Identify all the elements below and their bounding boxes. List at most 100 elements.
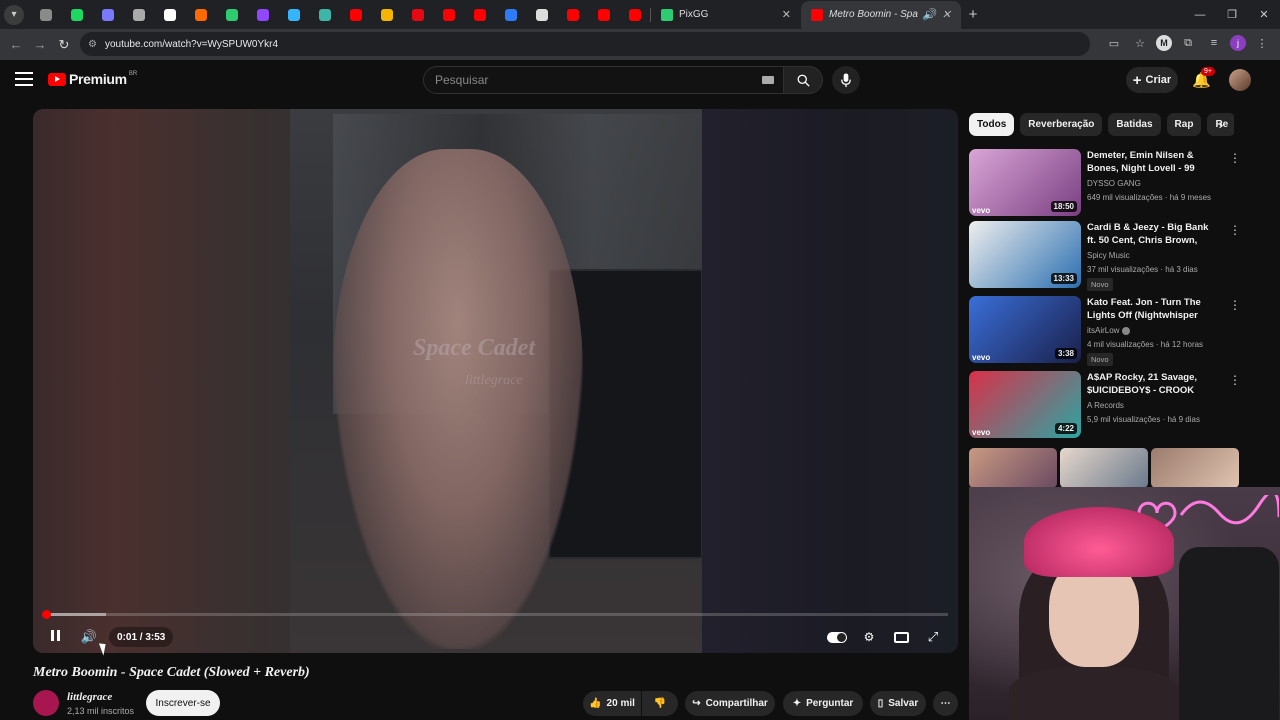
recommendation-item[interactable]: vevo 3:38 Kato Feat. Jon - Turn The Lights…: [969, 296, 1241, 366]
keyboard-icon[interactable]: [762, 76, 774, 84]
webcam-chair: [1179, 547, 1279, 720]
menu-icon[interactable]: [15, 72, 33, 90]
audio-icon[interactable]: 🔊: [922, 8, 936, 21]
close-window-icon[interactable]: ✕: [1248, 0, 1280, 29]
video-thumbnail[interactable]: 13:33: [969, 221, 1081, 288]
pinned-tab[interactable]: [309, 1, 340, 29]
chip[interactable]: Rap: [1166, 113, 1202, 136]
pinned-tab[interactable]: [216, 1, 247, 29]
recommendation-channel[interactable]: itsAirLow: [1087, 326, 1131, 335]
pinned-tab[interactable]: [154, 1, 185, 29]
chip[interactable]: Todos: [969, 113, 1015, 136]
thumbnail-partial[interactable]: [969, 448, 1057, 488]
pinned-tab[interactable]: [371, 1, 402, 29]
pinned-tab[interactable]: [495, 1, 526, 29]
pinned-tab[interactable]: [557, 1, 588, 29]
back-icon[interactable]: ←: [4, 37, 28, 52]
bookmark-star-icon[interactable]: ☆: [1130, 33, 1150, 53]
pinned-tab[interactable]: [619, 1, 650, 29]
search-button[interactable]: [783, 66, 823, 94]
pinned-tab[interactable]: [185, 1, 216, 29]
recommendation-item[interactable]: 13:33 Cardi B & Jeezy - Big Bank ft. 50 C…: [969, 221, 1241, 291]
close-icon[interactable]: ✕: [942, 8, 951, 21]
channel-avatar[interactable]: [33, 690, 59, 716]
tab-active-youtube[interactable]: Metro Boomin - Space Cadet 🔊 ✕: [801, 0, 961, 29]
chevron-right-icon[interactable]: ›: [1212, 115, 1230, 133]
voice-search-button[interactable]: [832, 66, 860, 94]
more-actions-button[interactable]: ⋯: [933, 691, 958, 716]
recommendation-title[interactable]: Kato Feat. Jon - Turn The Lights Off (Ni…: [1087, 296, 1217, 323]
kebab-menu-icon[interactable]: ⋮: [1229, 151, 1241, 165]
new-tab-button[interactable]: +: [961, 6, 985, 23]
recommendation-item[interactable]: vevo 4:22 A$AP Rocky, 21 Savage, $UICIDEBO…: [969, 371, 1241, 438]
tab-pixgg[interactable]: PixGG ✕: [651, 1, 801, 29]
profile-icon[interactable]: j: [1230, 35, 1246, 51]
pinned-tab[interactable]: [433, 1, 464, 29]
chip[interactable]: Reverberação: [1020, 113, 1103, 136]
autoplay-toggle[interactable]: [826, 627, 848, 647]
new-badge: Novo: [1087, 278, 1113, 291]
like-button[interactable]: 👍 20 mil: [583, 691, 641, 716]
subscribe-button[interactable]: Inscrever-se: [146, 690, 220, 716]
video-thumbnail[interactable]: vevo 3:38: [969, 296, 1081, 363]
recommendation-title[interactable]: A$AP Rocky, 21 Savage, $UICIDEBOY$ - CRO…: [1087, 371, 1217, 398]
url-field[interactable]: ⚙ youtube.com/watch?v=WySPUW0Ykr4: [80, 32, 1090, 56]
progress-bar[interactable]: [42, 610, 948, 619]
restore-icon[interactable]: ❐: [1216, 0, 1248, 29]
ask-button[interactable]: ✦ Perguntar: [783, 691, 863, 716]
theater-mode-button[interactable]: [891, 627, 911, 647]
dislike-button[interactable]: 👎: [642, 691, 678, 716]
video-thumbnail[interactable]: vevo 4:22: [969, 371, 1081, 438]
tab-search-button[interactable]: ▾: [4, 4, 24, 25]
recommendation-channel[interactable]: A Records: [1087, 401, 1124, 410]
chip[interactable]: Batidas: [1108, 113, 1161, 136]
kebab-menu-icon[interactable]: ⋮: [1252, 33, 1272, 53]
volume-button[interactable]: 🔊: [79, 627, 99, 647]
search-input[interactable]: Pesquisar: [423, 66, 785, 94]
puzzle-icon[interactable]: ⧉: [1178, 33, 1198, 53]
reload-icon[interactable]: ↻: [52, 37, 76, 53]
progress-scrubber[interactable]: [42, 610, 51, 619]
forward-icon[interactable]: →: [28, 37, 52, 52]
recommendation-title[interactable]: Demeter, Emin Nilsen & Bones, Night Love…: [1087, 149, 1217, 176]
video-thumbnail[interactable]: vevo 18:50: [969, 149, 1081, 216]
youtube-premium-logo[interactable]: Premium BR: [48, 71, 137, 87]
recommendation-channel[interactable]: DYSSO GANG: [1087, 179, 1141, 188]
pinned-tab[interactable]: [92, 1, 123, 29]
kebab-menu-icon[interactable]: ⋮: [1229, 298, 1241, 312]
pinned-tab[interactable]: [123, 1, 154, 29]
thumbnail-partial[interactable]: [1151, 448, 1239, 488]
pause-button[interactable]: [45, 627, 65, 647]
video-player[interactable]: Space Cadet littlegrace 🔊 0:01 / 3:53 ⚙ …: [33, 109, 958, 653]
pinned-tab[interactable]: [61, 1, 92, 29]
user-avatar[interactable]: [1229, 69, 1251, 91]
settings-button[interactable]: ⚙: [859, 627, 879, 647]
pinned-tab[interactable]: [247, 1, 278, 29]
recommendation-channel[interactable]: Spicy Music: [1087, 251, 1130, 260]
pinned-tab[interactable]: [464, 1, 495, 29]
kebab-menu-icon[interactable]: ⋮: [1229, 373, 1241, 387]
close-icon[interactable]: ✕: [782, 8, 791, 21]
save-button[interactable]: ▯ Salvar: [870, 691, 926, 716]
extension-m-icon[interactable]: M: [1156, 35, 1172, 51]
fullscreen-button[interactable]: ⤢: [923, 627, 943, 647]
channel-name[interactable]: littlegrace: [67, 691, 112, 703]
pinned-tab[interactable]: [278, 1, 309, 29]
kebab-menu-icon[interactable]: ⋮: [1229, 223, 1241, 237]
site-info-icon[interactable]: ⚙: [88, 39, 97, 50]
pinned-tab[interactable]: [30, 1, 61, 29]
pinned-tab[interactable]: [526, 1, 557, 29]
notifications-button[interactable]: 🔔 9+: [1192, 67, 1215, 89]
media-icon[interactable]: ≡: [1204, 33, 1224, 53]
recommendation-title[interactable]: Cardi B & Jeezy - Big Bank ft. 50 Cent, …: [1087, 221, 1217, 248]
share-button[interactable]: ↪ Compartilhar: [685, 691, 775, 716]
arrow-icon: [225, 8, 238, 21]
minimize-icon[interactable]: —: [1184, 0, 1216, 29]
thumbnail-partial[interactable]: [1060, 448, 1148, 488]
recommendation-item[interactable]: vevo 18:50 Demeter, Emin Nilsen & Bones, N…: [969, 149, 1241, 216]
pinned-tab[interactable]: [340, 1, 371, 29]
pinned-tab[interactable]: [402, 1, 433, 29]
cast-icon[interactable]: ▭: [1104, 33, 1124, 53]
pinned-tab[interactable]: [588, 1, 619, 29]
create-button[interactable]: + Criar: [1126, 67, 1178, 93]
